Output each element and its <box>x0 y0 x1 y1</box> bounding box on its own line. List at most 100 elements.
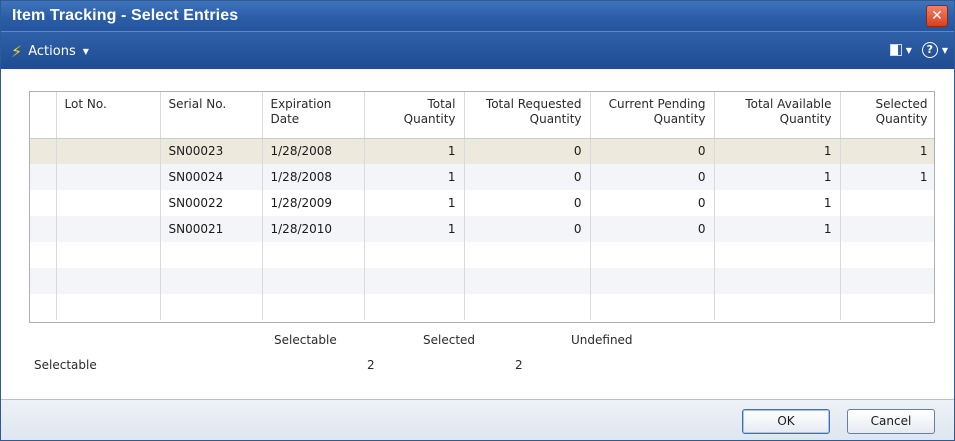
ok-button[interactable]: OK <box>742 409 830 434</box>
chevron-down-icon[interactable]: ▼ <box>942 46 948 55</box>
row-selector[interactable] <box>30 216 57 242</box>
serial-no-cell[interactable]: SN00021 <box>160 216 263 242</box>
lot-no-cell[interactable] <box>56 138 161 164</box>
selected-quantity-cell[interactable]: 1 <box>840 138 934 164</box>
column-header-total-requested-quantity[interactable]: Total Requested Quantity <box>464 92 591 139</box>
total-available-quantity-cell[interactable]: 1 <box>714 164 841 190</box>
table-row[interactable] <box>30 294 934 320</box>
selected-quantity-cell[interactable] <box>840 268 934 294</box>
help-icon[interactable]: ? <box>921 42 938 58</box>
dialog-footer: OK Cancel <box>1 399 954 440</box>
total-quantity-cell[interactable]: 1 <box>364 138 465 164</box>
row-selector[interactable] <box>30 164 57 190</box>
summary-row-label: Selectable <box>34 358 97 372</box>
expiration-date-cell[interactable]: 1/28/2008 <box>262 164 365 190</box>
serial-no-cell[interactable]: SN00024 <box>160 164 263 190</box>
expiration-date-cell[interactable] <box>262 242 365 268</box>
action-bar: ⚡ Actions ▼ ▼ ? ▼ <box>1 31 954 69</box>
current-pending-quantity-cell[interactable]: 0 <box>590 216 715 242</box>
current-pending-quantity-cell[interactable]: 0 <box>590 164 715 190</box>
total-quantity-cell[interactable] <box>364 294 465 320</box>
selected-quantity-cell[interactable] <box>840 216 934 242</box>
total-quantity-cell[interactable] <box>364 268 465 294</box>
lot-no-cell[interactable] <box>56 164 161 190</box>
total-requested-quantity-cell[interactable]: 0 <box>464 164 591 190</box>
total-requested-quantity-cell[interactable]: 0 <box>464 216 591 242</box>
serial-no-cell[interactable] <box>160 294 263 320</box>
actions-menu-button[interactable]: ⚡ Actions ▼ <box>7 41 93 61</box>
total-requested-quantity-cell[interactable] <box>464 294 591 320</box>
row-selector[interactable] <box>30 268 57 294</box>
row-selector-header <box>30 92 57 139</box>
lightning-bolt-icon: ⚡ <box>11 41 23 61</box>
total-available-quantity-cell[interactable] <box>714 294 841 320</box>
selected-quantity-cell[interactable] <box>840 242 934 268</box>
expiration-date-cell[interactable] <box>262 268 365 294</box>
column-header-lot-no[interactable]: Lot No. <box>56 92 161 139</box>
table-row[interactable] <box>30 242 934 268</box>
total-available-quantity-cell[interactable] <box>714 242 841 268</box>
lot-no-cell[interactable] <box>56 216 161 242</box>
expiration-date-cell[interactable]: 1/28/2010 <box>262 216 365 242</box>
lot-no-cell[interactable] <box>56 190 161 216</box>
current-pending-quantity-cell[interactable]: 0 <box>590 190 715 216</box>
selected-quantity-cell[interactable] <box>840 294 934 320</box>
serial-no-cell[interactable]: SN00022 <box>160 190 263 216</box>
current-pending-quantity-cell[interactable] <box>590 294 715 320</box>
row-selector[interactable] <box>30 242 57 268</box>
column-header-expiration-date[interactable]: Expiration Date <box>262 92 365 139</box>
window-title: Item Tracking - Select Entries <box>12 7 239 24</box>
chevron-down-icon[interactable]: ▼ <box>906 46 912 55</box>
expiration-date-cell[interactable] <box>262 294 365 320</box>
row-selector[interactable] <box>30 294 57 320</box>
close-icon[interactable]: ✕ <box>926 5 948 27</box>
lot-no-cell[interactable] <box>56 268 161 294</box>
total-requested-quantity-cell[interactable] <box>464 268 591 294</box>
table-header: Lot No. Serial No. Expiration Date Total Q… <box>30 92 934 139</box>
item-tracking-window: Item Tracking - Select Entries ✕ ⚡ Actio… <box>0 0 955 441</box>
serial-no-cell[interactable] <box>160 242 263 268</box>
column-header-serial-no[interactable]: Serial No. <box>160 92 263 139</box>
total-available-quantity-cell[interactable] <box>714 268 841 294</box>
column-header-total-available-quantity[interactable]: Total Available Quantity <box>714 92 841 139</box>
actions-label: Actions <box>28 43 76 59</box>
summary-selectable-value: 2 <box>367 358 375 372</box>
selected-quantity-cell[interactable]: 1 <box>840 164 934 190</box>
row-selector[interactable] <box>30 190 57 216</box>
lot-no-cell[interactable] <box>56 242 161 268</box>
summary-header-undefined: Undefined <box>571 333 633 347</box>
entries-grid[interactable]: Lot No. Serial No. Expiration Date Total Q… <box>29 91 935 323</box>
expiration-date-cell[interactable]: 1/28/2008 <box>262 138 365 164</box>
row-selector[interactable] <box>30 138 57 164</box>
total-quantity-cell[interactable] <box>364 242 465 268</box>
table-row[interactable]: SN00023 1/28/2008 1 0 0 1 1 <box>30 138 934 164</box>
cancel-button[interactable]: Cancel <box>847 409 935 434</box>
total-quantity-cell[interactable]: 1 <box>364 216 465 242</box>
serial-no-cell[interactable]: SN00023 <box>160 138 263 164</box>
serial-no-cell[interactable] <box>160 268 263 294</box>
layout-icon[interactable] <box>889 44 902 56</box>
current-pending-quantity-cell[interactable] <box>590 242 715 268</box>
column-header-current-pending-quantity[interactable]: Current Pending Quantity <box>590 92 715 139</box>
column-header-selected-quantity[interactable]: Selected Quantity <box>840 92 934 139</box>
table-row[interactable]: SN00024 1/28/2008 1 0 0 1 1 <box>30 164 934 190</box>
entries-table: Lot No. Serial No. Expiration Date Total Q… <box>30 92 934 320</box>
summary-header-selectable: Selectable <box>274 333 337 347</box>
column-header-total-quantity[interactable]: Total Quantity <box>364 92 465 139</box>
total-quantity-cell[interactable]: 1 <box>364 190 465 216</box>
table-row[interactable]: SN00022 1/28/2009 1 0 0 1 <box>30 190 934 216</box>
expiration-date-cell[interactable]: 1/28/2009 <box>262 190 365 216</box>
total-requested-quantity-cell[interactable]: 0 <box>464 190 591 216</box>
lot-no-cell[interactable] <box>56 294 161 320</box>
table-row[interactable] <box>30 268 934 294</box>
table-row[interactable]: SN00021 1/28/2010 1 0 0 1 <box>30 216 934 242</box>
total-available-quantity-cell[interactable]: 1 <box>714 138 841 164</box>
current-pending-quantity-cell[interactable]: 0 <box>590 138 715 164</box>
current-pending-quantity-cell[interactable] <box>590 268 715 294</box>
total-requested-quantity-cell[interactable]: 0 <box>464 138 591 164</box>
total-requested-quantity-cell[interactable] <box>464 242 591 268</box>
total-available-quantity-cell[interactable]: 1 <box>714 216 841 242</box>
selected-quantity-cell[interactable] <box>840 190 934 216</box>
total-available-quantity-cell[interactable]: 1 <box>714 190 841 216</box>
total-quantity-cell[interactable]: 1 <box>364 164 465 190</box>
